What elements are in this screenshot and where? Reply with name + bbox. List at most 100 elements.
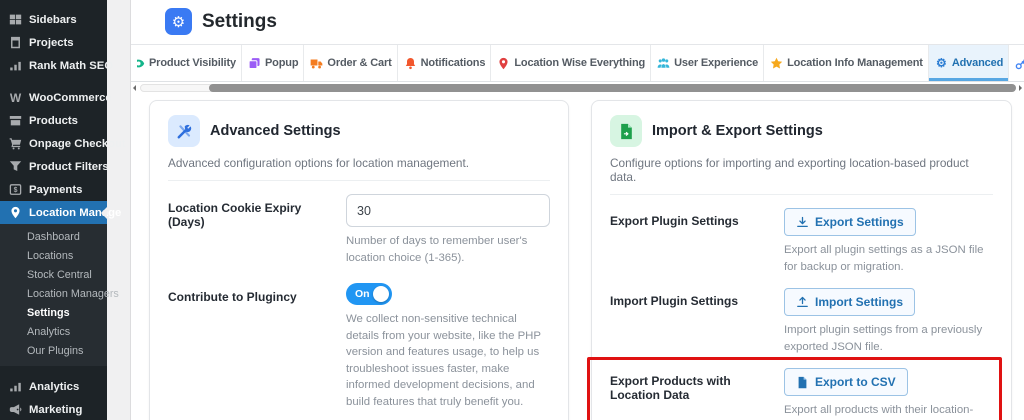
settings-field-row: Location Cookie Expiry (Days) Number of d… [168,194,550,266]
eye-icon [137,57,145,70]
sidebar-item-products[interactable]: Products [0,109,107,132]
tabs-scrollbar[interactable] [131,82,1024,94]
page-title: Settings [202,10,277,32]
sidebar-subitem-dashboard[interactable]: Dashboard [0,228,107,247]
sidebar-item-label: Rank Math SEO [29,59,114,72]
settings-panel: ⚙ Settings Product Visibility Popup Order … [130,0,1024,420]
tab-location-wise-everything[interactable]: Location Wise Everything [491,45,652,81]
svg-text:$: $ [14,187,18,194]
sidebar-item-payments[interactable]: $ Payments [0,178,107,201]
star-icon [770,57,783,70]
tab-notifications[interactable]: Notifications [398,45,492,81]
sidebar-item-label: Product Filters [29,160,109,173]
menu-separator [0,77,107,86]
sidebar-item-marketing[interactable]: Marketing [0,398,107,420]
sidebar-submenu: Dashboard Locations Stock Central Location … [0,224,119,366]
doc-export-icon [610,115,642,147]
tab-label: Product Visibility [149,57,236,69]
sidebar-item-label: Marketing [29,403,83,416]
button-label: Export Settings [815,215,904,229]
import-settings-button[interactable]: Import Settings [784,288,916,317]
divider [168,180,550,181]
tab-label: Location Wise Everything [514,57,646,69]
settings-field-row: Export Plugin Settings Export Settings Exp… [610,208,993,275]
settings-field-row: Contribute to Plugincy On We collect non-s… [168,283,550,410]
field-help-text: Export all plugin settings as a JSON fil… [784,244,984,273]
tab-product-visibility[interactable]: Product Visibility [131,45,242,81]
toggle-state-label: On [355,287,370,300]
sidebar-subitem-locations[interactable]: Locations [0,247,107,266]
toggle-knob [373,286,389,303]
sidebar-item-location-manage[interactable]: Location Manage [0,201,121,224]
cart-icon [9,137,22,150]
tab-plugin-license[interactable]: Plugin License [1009,45,1024,81]
button-label: Import Settings [815,295,904,310]
tab-label: Location Info Management [787,57,923,69]
settings-field-row: Import Plugin Settings Import Settings Imp… [610,288,993,355]
sidebar-item-rank-math-seo[interactable]: Rank Math SEO [0,54,113,77]
import-export-card: Import & Export Settings Configure optio… [587,100,1012,420]
key-icon [1015,57,1024,70]
bar-chart-icon [9,59,22,72]
sidebar-subitem-analytics[interactable]: Analytics [0,323,107,342]
tab-user-experience[interactable]: User Experience [651,45,765,81]
sidebar-item-label: Location Manage [29,206,122,219]
sidebar-item-product-filters[interactable]: Product Filters [0,155,109,178]
admin-sidebar: Sidebars Projects Rank Math SEO W WooCommerc… [0,0,126,420]
sidebar-item-label: Products [29,114,78,127]
sidebar-subitem-settings[interactable]: Settings [0,304,107,323]
export-settings-button[interactable]: Export Settings [784,208,916,236]
export-to-csv-button[interactable]: Export to CSV [784,368,908,397]
tab-label: Advanced [951,57,1004,69]
sidebar-item-woocommerce[interactable]: W WooCommerce [0,86,112,109]
sidebar-item-analytics[interactable]: Analytics [0,375,107,398]
map-pin-icon [497,57,510,70]
csv-file-icon [796,376,809,389]
cards-row: Advanced Settings Advanced configuration… [131,94,1024,420]
grid-icon [9,13,22,26]
bar-chart-icon [9,380,22,393]
field-label: Location Cookie Expiry (Days) [168,201,302,229]
field-label: Contribute to Plugincy [168,290,297,305]
funnel-icon [9,160,22,173]
sidebar-subitem-location-managers[interactable]: Location Managers [0,285,119,304]
card-subtitle: Advanced configuration options for locat… [168,156,470,170]
settings-field-row: Export Products with Location Data Export… [587,357,1002,420]
tab-label: Notifications [420,57,486,69]
location-pin-icon [9,206,22,219]
sidebar-subitem-our-plugins[interactable]: Our Plugins [0,342,107,361]
page-header: ⚙ Settings [131,0,1024,44]
tab-advanced[interactable]: ⚙ Advanced [928,45,1010,81]
truck-icon [310,57,323,70]
divider [610,194,993,195]
scrollbar-left-arrow-icon[interactable] [133,85,136,91]
location-cookie-expiry-days-input[interactable] [346,194,550,227]
sidebar-item-sidebars[interactable]: Sidebars [0,8,107,31]
payments-icon: $ [9,183,22,196]
sidebar-item-label: Onpage Checkout [29,137,126,150]
tab-popup[interactable]: Popup [242,45,305,81]
tab-label: Popup [264,57,299,69]
tab-location-info-management[interactable]: Location Info Management [764,45,929,81]
content-area: ⚙ Settings Product Visibility Popup Order … [107,0,1024,420]
field-help-text: Export all products with their location-… [784,404,974,417]
tab-bar: Product Visibility Popup Order & Cart Notif… [131,44,1024,82]
sidebar-item-onpage-checkout[interactable]: Onpage Checkout [0,132,126,155]
field-label: Import Plugin Settings [610,294,738,309]
clipped-icon-wrap [137,57,145,70]
book-icon [9,36,22,49]
sidebar-subitem-stock-central[interactable]: Stock Central [0,266,107,285]
sidebar-item-label: Analytics [29,380,80,393]
tab-order-cart[interactable]: Order & Cart [304,45,398,81]
card-title: Advanced Settings [210,123,341,139]
sidebar-item-label: Payments [29,183,83,196]
sidebar-item-projects[interactable]: Projects [0,31,107,54]
field-label: Export Plugin Settings [610,214,739,228]
copy-icon [248,57,261,70]
tab-label: User Experience [674,57,759,69]
scrollbar-right-arrow-icon[interactable] [1019,85,1022,91]
tools-icon [168,115,200,147]
contribute-to-plugincy-toggle[interactable]: On [346,283,392,306]
scrollbar-thumb[interactable] [209,84,1016,92]
card-header: Import & Export Settings [610,115,993,147]
